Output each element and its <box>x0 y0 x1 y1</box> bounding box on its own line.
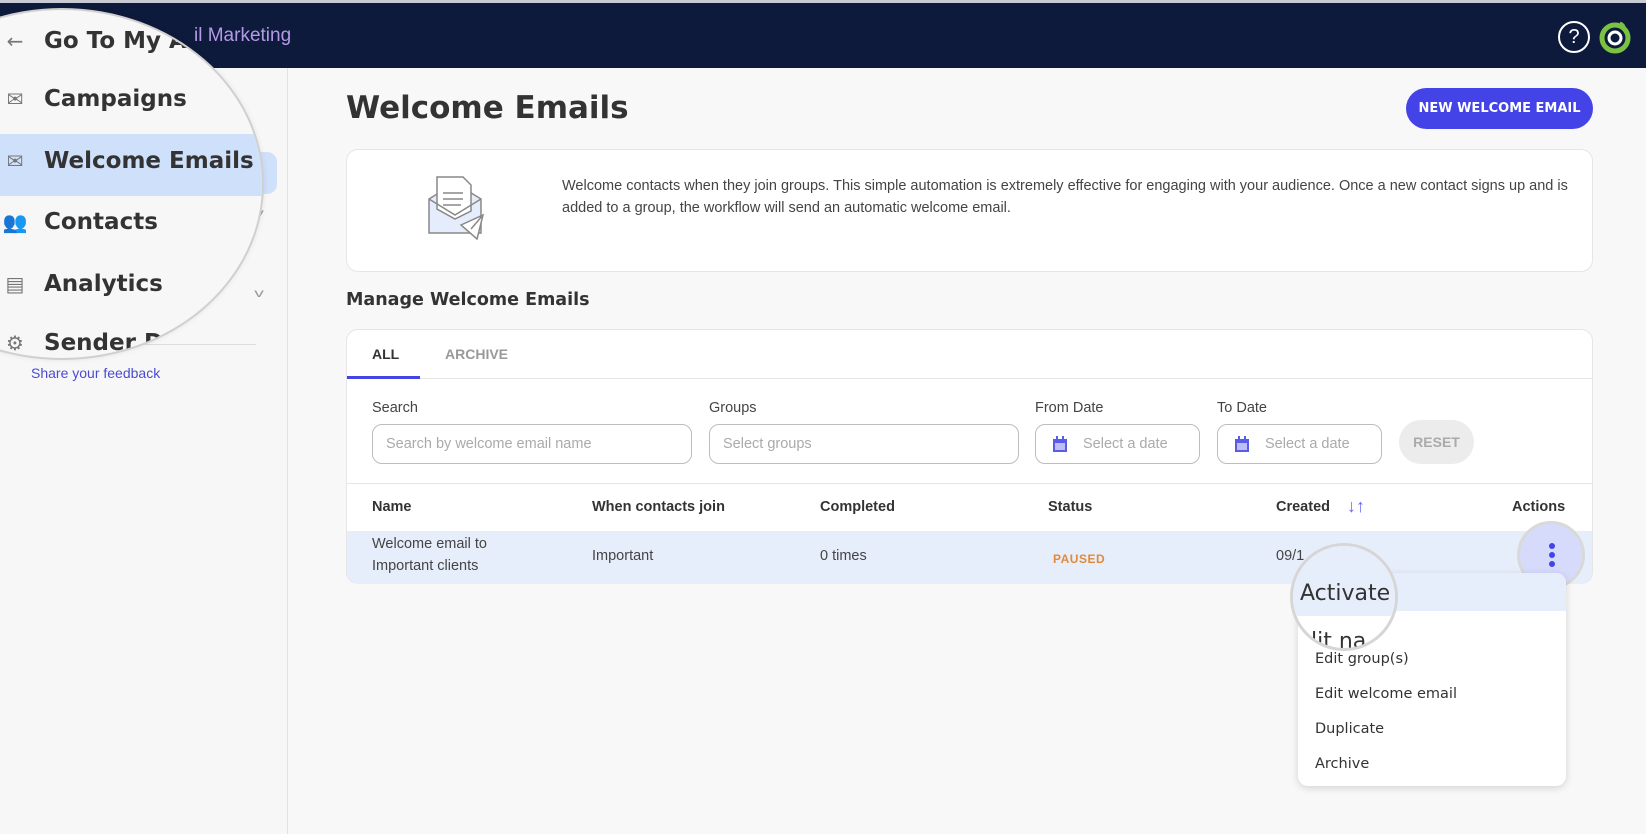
column-header-status: Status <box>1048 499 1093 515</box>
tab-all[interactable]: ALL <box>372 346 399 362</box>
from-date-input[interactable]: Select a date <box>1035 424 1200 464</box>
calendar-icon <box>1053 436 1067 452</box>
row-group: Important <box>592 548 654 564</box>
back-link[interactable]: il Marketing <box>194 25 291 47</box>
back-link[interactable]: ← Go To My Ac <box>2 28 201 54</box>
section-title: Manage Welcome Emails <box>346 290 590 310</box>
reset-button[interactable]: RESET <box>1399 420 1474 464</box>
menu-item-duplicate[interactable]: Duplicate <box>1315 721 1384 737</box>
chevron-down-icon[interactable]: v <box>254 286 264 300</box>
sidebar-item-label: Contacts <box>44 209 158 235</box>
menu-item-edit-name-partial: lit na <box>1311 629 1367 651</box>
sidebar-item-welcome-emails[interactable]: ✉ Welcome Emails <box>2 148 254 174</box>
column-header-when-contacts-join: When contacts join <box>592 499 725 515</box>
groups-select[interactable]: Select groups <box>709 424 1019 464</box>
table-header: Name When contacts join Completed Status… <box>347 483 1592 531</box>
kebab-dot <box>1549 552 1555 558</box>
envelope-check-icon: ✉ <box>6 149 24 173</box>
to-date-label: To Date <box>1217 400 1267 416</box>
menu-item-edit-groups[interactable]: Edit group(s) <box>1315 651 1409 667</box>
column-header-created[interactable]: Created <box>1276 499 1330 515</box>
magnifier-overlay: Activate lit na <box>1290 543 1398 651</box>
groups-label: Groups <box>709 400 757 416</box>
new-welcome-email-button[interactable]: NEW WELCOME EMAIL <box>1406 88 1593 129</box>
menu-item-archive[interactable]: Archive <box>1315 756 1369 772</box>
top-bar: il Marketing ? <box>0 0 1646 68</box>
kebab-dot <box>1549 543 1555 549</box>
column-header-actions: Actions <box>1512 499 1566 515</box>
people-icon: 👥 <box>2 210 28 234</box>
active-tab-indicator <box>347 376 420 379</box>
status-badge: PAUSED <box>1053 552 1106 566</box>
menu-item-edit-welcome-email[interactable]: Edit welcome email <box>1315 686 1457 702</box>
column-header-name: Name <box>372 499 412 515</box>
logo-icon[interactable] <box>1598 20 1632 54</box>
intro-text: Welcome contacts when they join groups. … <box>562 178 1568 216</box>
menu-item-activate-magnified[interactable]: Activate <box>1300 581 1390 606</box>
gear-icon: ⚙ <box>6 331 24 355</box>
sidebar-item-campaigns[interactable]: ✉ Campaigns <box>2 86 187 112</box>
search-input[interactable]: Search by welcome email name <box>372 424 692 464</box>
sidebar-item-label: Campaigns <box>44 86 187 112</box>
sidebar-item-contacts[interactable]: 👥 Contacts <box>2 209 158 235</box>
sidebar-item-sender-details[interactable]: ⚙ Sender D <box>2 330 163 356</box>
sort-icon[interactable]: ↓↑ <box>1347 496 1365 517</box>
welcome-emails-panel: ALL ARCHIVE Search Search by welcome ema… <box>346 329 1593 589</box>
kebab-dot <box>1549 561 1555 567</box>
share-feedback-link[interactable]: Share your feedback <box>31 365 160 381</box>
from-date-placeholder: Select a date <box>1083 436 1168 452</box>
arrow-left-icon: ← <box>6 29 24 53</box>
tab-bar: ALL ARCHIVE <box>347 330 1592 379</box>
column-header-completed: Completed <box>820 499 895 515</box>
row-highlight-band <box>1293 546 1395 578</box>
sidebar-item-label: Welcome Emails <box>44 148 254 174</box>
row-name-line1: Welcome email to <box>372 536 487 552</box>
envelope-send-illustration-icon <box>428 176 485 241</box>
tab-archive[interactable]: ARCHIVE <box>445 346 508 362</box>
sidebar-item-label: Sender D <box>44 330 164 356</box>
to-date-input[interactable]: Select a date <box>1217 424 1382 464</box>
row-completed: 0 times <box>820 548 867 564</box>
to-date-placeholder: Select a date <box>1265 436 1350 452</box>
help-icon[interactable]: ? <box>1558 21 1590 53</box>
back-label: Go To My Ac <box>44 28 201 54</box>
intro-card: Welcome contacts when they join groups. … <box>346 149 1593 272</box>
from-date-label: From Date <box>1035 400 1104 416</box>
chart-icon: ▤ <box>5 272 25 296</box>
calendar-icon <box>1235 436 1249 452</box>
row-name-line2: Important clients <box>372 558 479 574</box>
search-label: Search <box>372 400 418 416</box>
page-title: Welcome Emails <box>346 90 629 126</box>
sidebar-item-analytics[interactable]: ▤ Analytics <box>2 271 163 297</box>
envelope-icon: ✉ <box>6 87 24 111</box>
sidebar-item-label: Analytics <box>44 271 163 297</box>
